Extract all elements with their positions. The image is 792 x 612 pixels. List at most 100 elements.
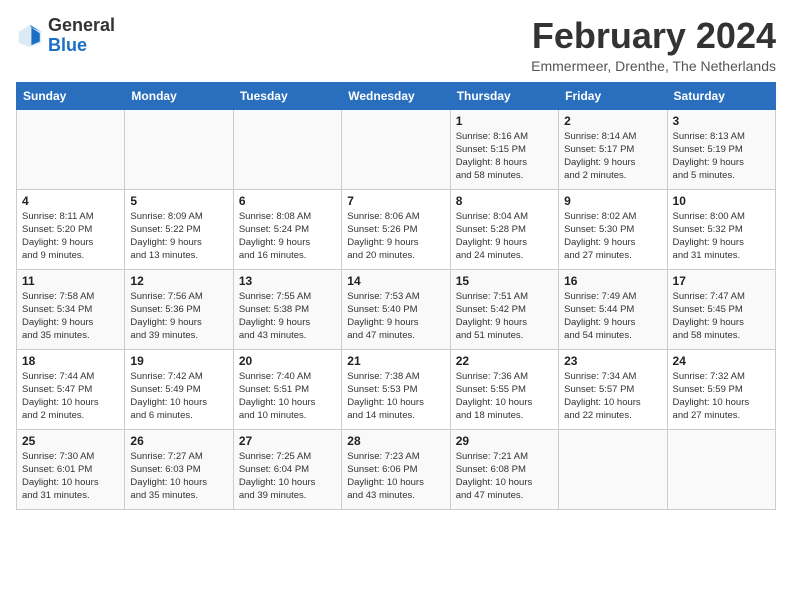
calendar-cell [125, 109, 233, 189]
calendar-cell: 29 Sunrise: 7:21 AM Sunset: 6:08 PM Dayli… [450, 429, 558, 509]
day-number: 13 [239, 274, 336, 288]
day-number: 1 [456, 114, 553, 128]
day-number: 11 [22, 274, 119, 288]
day-info: Sunrise: 7:32 AM Sunset: 5:59 PM Dayligh… [673, 370, 770, 423]
day-info: Sunrise: 8:04 AM Sunset: 5:28 PM Dayligh… [456, 210, 553, 263]
day-info: Sunrise: 7:23 AM Sunset: 6:06 PM Dayligh… [347, 450, 444, 503]
day-info: Sunrise: 7:21 AM Sunset: 6:08 PM Dayligh… [456, 450, 553, 503]
weekday-header-friday: Friday [559, 82, 667, 109]
calendar-cell: 5 Sunrise: 8:09 AM Sunset: 5:22 PM Daylig… [125, 189, 233, 269]
calendar-cell: 27 Sunrise: 7:25 AM Sunset: 6:04 PM Dayli… [233, 429, 341, 509]
day-info: Sunrise: 7:55 AM Sunset: 5:38 PM Dayligh… [239, 290, 336, 343]
logo: General Blue [16, 16, 115, 56]
weekday-header-thursday: Thursday [450, 82, 558, 109]
week-row-4: 18 Sunrise: 7:44 AM Sunset: 5:47 PM Dayli… [17, 349, 776, 429]
day-info: Sunrise: 7:40 AM Sunset: 5:51 PM Dayligh… [239, 370, 336, 423]
day-info: Sunrise: 7:47 AM Sunset: 5:45 PM Dayligh… [673, 290, 770, 343]
calendar-cell: 25 Sunrise: 7:30 AM Sunset: 6:01 PM Dayli… [17, 429, 125, 509]
day-info: Sunrise: 7:44 AM Sunset: 5:47 PM Dayligh… [22, 370, 119, 423]
day-info: Sunrise: 7:56 AM Sunset: 5:36 PM Dayligh… [130, 290, 227, 343]
calendar-cell: 24 Sunrise: 7:32 AM Sunset: 5:59 PM Dayli… [667, 349, 775, 429]
day-info: Sunrise: 7:27 AM Sunset: 6:03 PM Dayligh… [130, 450, 227, 503]
weekday-header-wednesday: Wednesday [342, 82, 450, 109]
day-number: 18 [22, 354, 119, 368]
day-info: Sunrise: 7:30 AM Sunset: 6:01 PM Dayligh… [22, 450, 119, 503]
calendar-cell [233, 109, 341, 189]
calendar-cell: 10Sunrise: 8:00 AM Sunset: 5:32 PM Dayli… [667, 189, 775, 269]
calendar-table: SundayMondayTuesdayWednesdayThursdayFrid… [16, 82, 776, 510]
day-number: 14 [347, 274, 444, 288]
day-number: 29 [456, 434, 553, 448]
calendar-cell: 1 Sunrise: 8:16 AM Sunset: 5:15 PM Daylig… [450, 109, 558, 189]
day-number: 9 [564, 194, 661, 208]
day-number: 17 [673, 274, 770, 288]
day-number: 24 [673, 354, 770, 368]
calendar-cell: 2 Sunrise: 8:14 AM Sunset: 5:17 PM Daylig… [559, 109, 667, 189]
day-number: 8 [456, 194, 553, 208]
calendar-cell: 3 Sunrise: 8:13 AM Sunset: 5:19 PM Daylig… [667, 109, 775, 189]
calendar-cell: 19 Sunrise: 7:42 AM Sunset: 5:49 PM Dayli… [125, 349, 233, 429]
weekday-header-row: SundayMondayTuesdayWednesdayThursdayFrid… [17, 82, 776, 109]
title-block: February 2024 Emmermeer, Drenthe, The Ne… [531, 16, 776, 74]
day-number: 23 [564, 354, 661, 368]
calendar-cell [17, 109, 125, 189]
calendar-cell: 17 Sunrise: 7:47 AM Sunset: 5:45 PM Dayli… [667, 269, 775, 349]
day-info: Sunrise: 7:53 AM Sunset: 5:40 PM Dayligh… [347, 290, 444, 343]
calendar-cell: 11 Sunrise: 7:58 AM Sunset: 5:34 PM Dayli… [17, 269, 125, 349]
day-number: 20 [239, 354, 336, 368]
calendar-cell: 23 Sunrise: 7:34 AM Sunset: 5:57 PM Dayli… [559, 349, 667, 429]
calendar-cell: 12 Sunrise: 7:56 AM Sunset: 5:36 PM Dayli… [125, 269, 233, 349]
week-row-1: 1 Sunrise: 8:16 AM Sunset: 5:15 PM Daylig… [17, 109, 776, 189]
day-number: 12 [130, 274, 227, 288]
calendar-cell: 22Sunrise: 7:36 AM Sunset: 5:55 PM Dayli… [450, 349, 558, 429]
calendar-cell: 13 Sunrise: 7:55 AM Sunset: 5:38 PM Dayli… [233, 269, 341, 349]
calendar-cell: 20 Sunrise: 7:40 AM Sunset: 5:51 PM Dayli… [233, 349, 341, 429]
day-number: 3 [673, 114, 770, 128]
logo-text: General Blue [48, 16, 115, 56]
calendar-cell: 26 Sunrise: 7:27 AM Sunset: 6:03 PM Dayli… [125, 429, 233, 509]
day-number: 4 [22, 194, 119, 208]
day-number: 7 [347, 194, 444, 208]
day-number: 25 [22, 434, 119, 448]
calendar-cell: 4 Sunrise: 8:11 AM Sunset: 5:20 PM Daylig… [17, 189, 125, 269]
day-number: 19 [130, 354, 227, 368]
week-row-2: 4 Sunrise: 8:11 AM Sunset: 5:20 PM Daylig… [17, 189, 776, 269]
day-info: Sunrise: 7:25 AM Sunset: 6:04 PM Dayligh… [239, 450, 336, 503]
calendar-cell: 8 Sunrise: 8:04 AM Sunset: 5:28 PM Daylig… [450, 189, 558, 269]
day-number: 21 [347, 354, 444, 368]
logo-icon [16, 22, 44, 50]
calendar-cell: 15Sunrise: 7:51 AM Sunset: 5:42 PM Dayli… [450, 269, 558, 349]
header: General Blue February 2024 Emmermeer, Dr… [16, 16, 776, 74]
weekday-header-saturday: Saturday [667, 82, 775, 109]
day-info: Sunrise: 8:06 AM Sunset: 5:26 PM Dayligh… [347, 210, 444, 263]
day-number: 26 [130, 434, 227, 448]
week-row-3: 11 Sunrise: 7:58 AM Sunset: 5:34 PM Dayli… [17, 269, 776, 349]
calendar-cell [342, 109, 450, 189]
calendar-cell: 6Sunrise: 8:08 AM Sunset: 5:24 PM Daylig… [233, 189, 341, 269]
calendar-cell: 7 Sunrise: 8:06 AM Sunset: 5:26 PM Daylig… [342, 189, 450, 269]
day-info: Sunrise: 8:11 AM Sunset: 5:20 PM Dayligh… [22, 210, 119, 263]
calendar-cell: 9 Sunrise: 8:02 AM Sunset: 5:30 PM Daylig… [559, 189, 667, 269]
day-info: Sunrise: 7:42 AM Sunset: 5:49 PM Dayligh… [130, 370, 227, 423]
month-year: February 2024 [531, 16, 776, 56]
day-number: 2 [564, 114, 661, 128]
day-info: Sunrise: 7:38 AM Sunset: 5:53 PM Dayligh… [347, 370, 444, 423]
day-number: 16 [564, 274, 661, 288]
day-info: Sunrise: 8:13 AM Sunset: 5:19 PM Dayligh… [673, 130, 770, 183]
calendar-cell: 14 Sunrise: 7:53 AM Sunset: 5:40 PM Dayli… [342, 269, 450, 349]
day-info: Sunrise: 8:14 AM Sunset: 5:17 PM Dayligh… [564, 130, 661, 183]
calendar-cell [667, 429, 775, 509]
calendar-cell: 28Sunrise: 7:23 AM Sunset: 6:06 PM Dayli… [342, 429, 450, 509]
day-number: 27 [239, 434, 336, 448]
day-info: Sunrise: 8:02 AM Sunset: 5:30 PM Dayligh… [564, 210, 661, 263]
day-info: Sunrise: 7:51 AM Sunset: 5:42 PM Dayligh… [456, 290, 553, 343]
day-number: 22 [456, 354, 553, 368]
calendar-cell: 16Sunrise: 7:49 AM Sunset: 5:44 PM Dayli… [559, 269, 667, 349]
calendar-cell: 21 Sunrise: 7:38 AM Sunset: 5:53 PM Dayli… [342, 349, 450, 429]
day-info: Sunrise: 7:34 AM Sunset: 5:57 PM Dayligh… [564, 370, 661, 423]
day-info: Sunrise: 7:58 AM Sunset: 5:34 PM Dayligh… [22, 290, 119, 343]
weekday-header-sunday: Sunday [17, 82, 125, 109]
day-info: Sunrise: 8:09 AM Sunset: 5:22 PM Dayligh… [130, 210, 227, 263]
day-info: Sunrise: 8:16 AM Sunset: 5:15 PM Dayligh… [456, 130, 553, 183]
day-number: 5 [130, 194, 227, 208]
